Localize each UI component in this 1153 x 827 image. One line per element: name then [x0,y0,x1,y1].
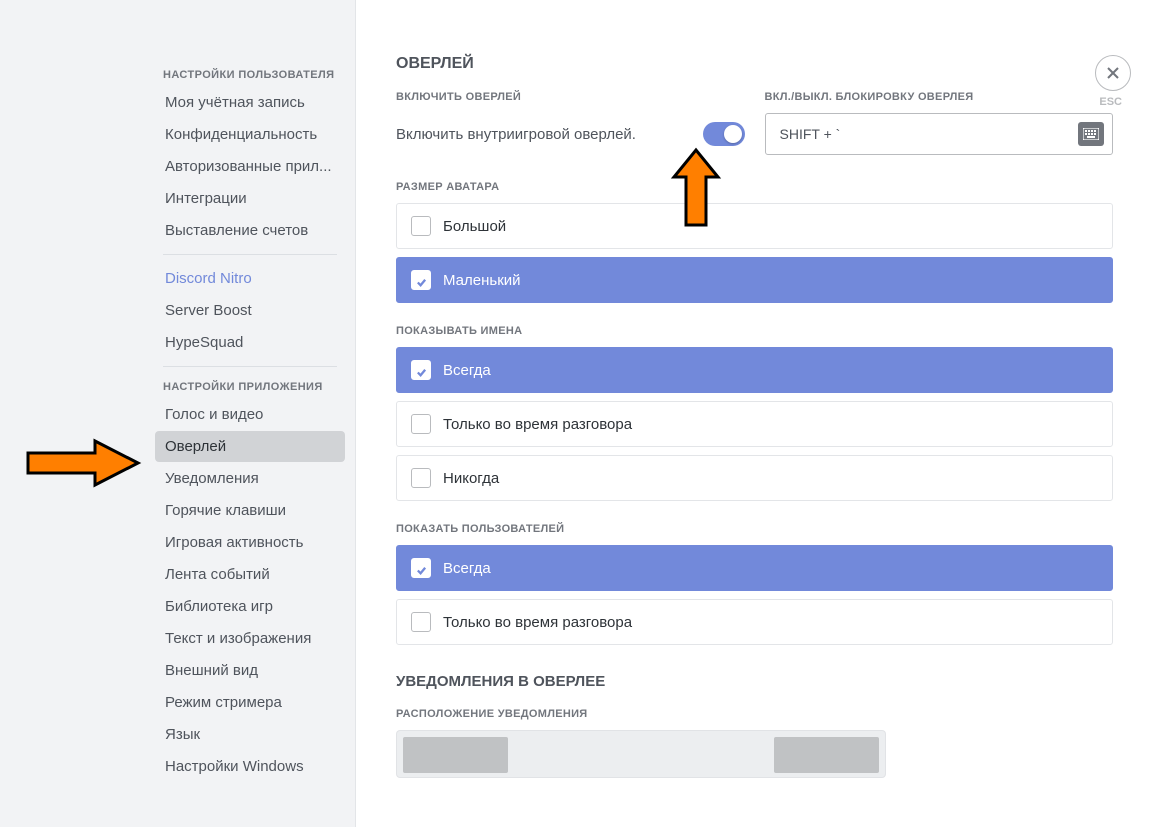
show-users-speaking[interactable]: Только во время разговора [396,599,1113,645]
sidebar-header-user: НАСТРОЙКИ ПОЛЬЗОВАТЕЛЯ [155,63,345,87]
sidebar-separator [163,254,337,255]
show-users-label: ПОКАЗАТЬ ПОЛЬЗОВАТЕЛЕЙ [396,523,1113,535]
show-names-never[interactable]: Никогда [396,455,1113,501]
sidebar-item-account[interactable]: Моя учётная запись [155,87,345,118]
option-label: Никогда [443,470,499,487]
sidebar-item-hypesquad[interactable]: HypeSquad [155,327,345,358]
notification-position-picker[interactable] [396,730,886,778]
enable-overlay-text: Включить внутриигровой оверлей. [396,126,636,143]
keybind-value: SHIFT + ` [780,126,841,142]
checkbox-icon [411,558,431,578]
sidebar-item-nitro[interactable]: Discord Nitro [155,263,345,294]
option-label: Маленький [443,272,521,289]
sidebar-item-billing[interactable]: Выставление счетов [155,215,345,246]
keyboard-icon[interactable] [1078,122,1104,146]
option-label: Всегда [443,560,491,577]
sidebar-item-overlay[interactable]: Оверлей [155,431,345,462]
sidebar-separator [163,366,337,367]
sidebar-item-voice[interactable]: Голос и видео [155,399,345,430]
sidebar-item-library[interactable]: Библиотека игр [155,591,345,622]
sidebar-item-notifications[interactable]: Уведомления [155,463,345,494]
main-content: ОВЕРЛЕЙ ВКЛЮЧИТЬ ОВЕРЛЕЙ Включить внутри… [356,0,1153,827]
sidebar-item-authorized[interactable]: Авторизованные прил... [155,151,345,182]
enable-overlay-label: ВКЛЮЧИТЬ ОВЕРЛЕЙ [396,91,745,103]
sidebar-item-activity[interactable]: Игровая активность [155,527,345,558]
sidebar-item-keybinds[interactable]: Горячие клавиши [155,495,345,526]
lock-keybind-input[interactable]: SHIFT + ` [765,113,1114,155]
toggle-knob [724,125,742,143]
lock-keybind-label: ВКЛ./ВЫКЛ. БЛОКИРОВКУ ОВЕРЛЕЯ [765,91,1114,103]
checkbox-icon [411,270,431,290]
show-names-always[interactable]: Всегда [396,347,1113,393]
sidebar-header-app: НАСТРОЙКИ ПРИЛОЖЕНИЯ [155,375,345,399]
sidebar-item-windows[interactable]: Настройки Windows [155,751,345,782]
option-label: Всегда [443,362,491,379]
sidebar-item-integrations[interactable]: Интеграции [155,183,345,214]
overlay-notifications-title: УВЕДОМЛЕНИЯ В ОВЕРЛЕЕ [396,673,1113,690]
sidebar-item-appearance[interactable]: Внешний вид [155,655,345,686]
enable-overlay-toggle[interactable] [703,122,745,146]
settings-sidebar: НАСТРОЙКИ ПОЛЬЗОВАТЕЛЯ Моя учётная запис… [0,0,356,827]
sidebar-item-boost[interactable]: Server Boost [155,295,345,326]
option-label: Только во время разговора [443,416,632,433]
position-option[interactable] [774,737,879,773]
option-label: Только во время разговора [443,614,632,631]
checkbox-icon [411,360,431,380]
checkbox-icon [411,216,431,236]
sidebar-item-text-images[interactable]: Текст и изображения [155,623,345,654]
notification-position-label: РАСПОЛОЖЕНИЕ УВЕДОМЛЕНИЯ [396,708,1113,720]
avatar-size-label: РАЗМЕР АВАТАРА [396,181,1113,193]
show-names-speaking[interactable]: Только во время разговора [396,401,1113,447]
checkbox-icon [411,414,431,434]
sidebar-item-streamer[interactable]: Режим стримера [155,687,345,718]
position-option[interactable] [403,737,508,773]
sidebar-item-language[interactable]: Язык [155,719,345,750]
sidebar-item-privacy[interactable]: Конфиденциальность [155,119,345,150]
show-users-always[interactable]: Всегда [396,545,1113,591]
sidebar-item-feed[interactable]: Лента событий [155,559,345,590]
page-title: ОВЕРЛЕЙ [396,55,1113,73]
checkbox-icon [411,612,431,632]
option-label: Большой [443,218,506,235]
esc-label: ESC [1099,96,1122,108]
close-button[interactable] [1095,55,1131,91]
avatar-size-small[interactable]: Маленький [396,257,1113,303]
checkbox-icon [411,468,431,488]
avatar-size-large[interactable]: Большой [396,203,1113,249]
show-names-label: ПОКАЗЫВАТЬ ИМЕНА [396,325,1113,337]
